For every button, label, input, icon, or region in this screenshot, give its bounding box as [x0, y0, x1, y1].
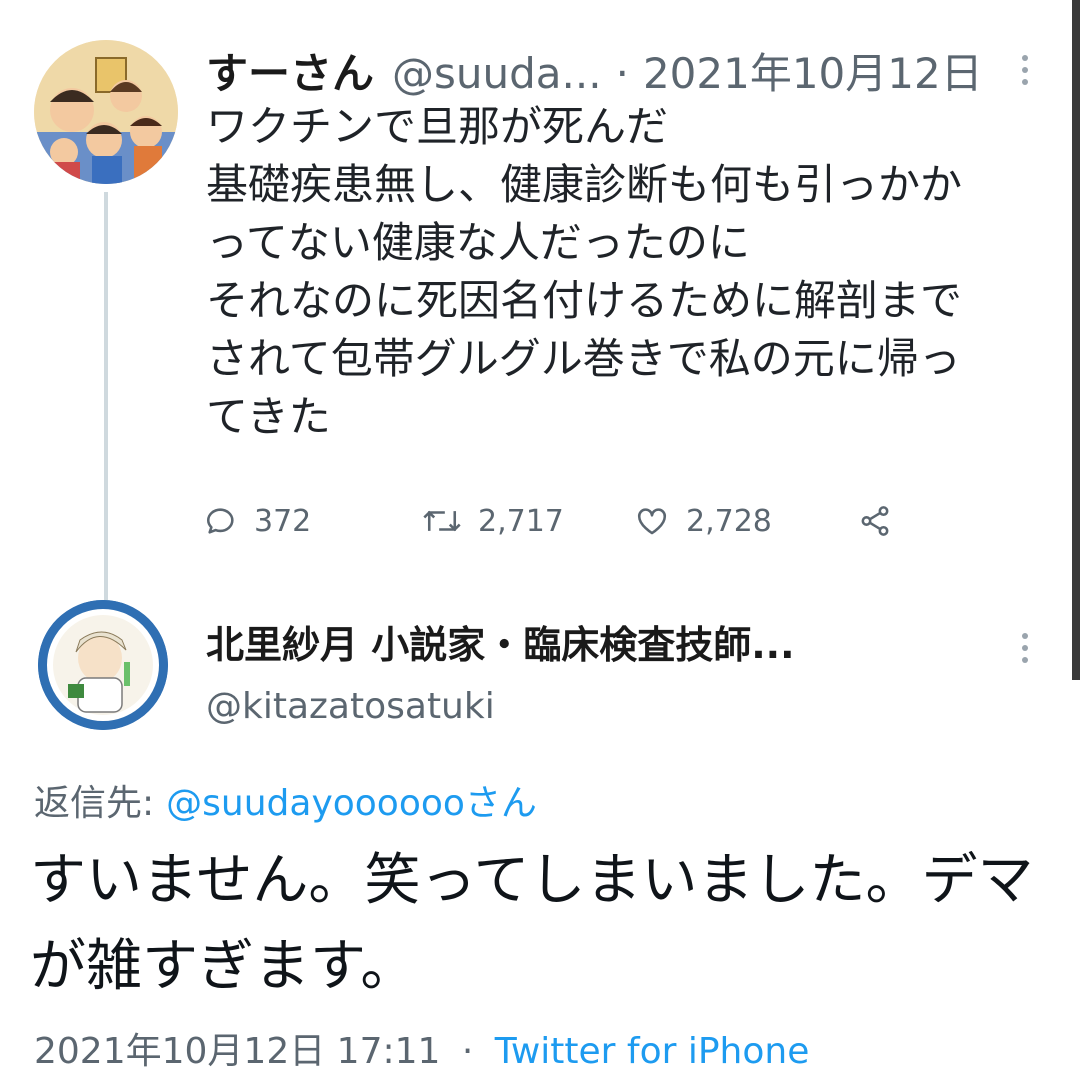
reply-author-handle[interactable]: @kitazatosatuki	[206, 686, 495, 727]
reply-icon	[206, 508, 234, 534]
tweet-text-line: 基礎疾患無し、健康診断も何も引っかか	[206, 160, 963, 209]
screenshot-page: すーさん @suuda... · 2021年10月12日 ワクチンで旦那が死んだ…	[0, 0, 1080, 1074]
original-author-avatar[interactable]	[34, 40, 178, 184]
avatar-illustration	[38, 600, 168, 730]
replying-to-line: 返信先: @suudayooooooさん	[34, 774, 537, 826]
tweet-text-line: ってない健康な人だったのに	[206, 218, 750, 267]
reply-author-name[interactable]: 北里紗月 小説家・臨床検査技師...	[206, 614, 795, 669]
retweet-button[interactable]: 2,717	[422, 494, 564, 548]
retweet-icon	[423, 510, 461, 532]
header-separator: ·	[615, 49, 629, 98]
original-author-handle[interactable]: @suuda...	[392, 49, 602, 98]
reply-tweet-text: すいません。笑ってしまいました。デマが雑すぎます。	[30, 848, 1034, 999]
like-count: 2,728	[686, 503, 772, 539]
tweet-text-line: それなのに死因名付けるために解剖まで	[206, 276, 963, 325]
heart-icon	[637, 508, 667, 535]
more-options-icon[interactable]	[1018, 50, 1032, 90]
more-options-icon[interactable]	[1018, 628, 1032, 668]
avatar-illustration	[34, 40, 178, 184]
retweet-count: 2,717	[478, 503, 564, 539]
mention-handle: @suudayoooooo	[166, 783, 465, 824]
original-author-name[interactable]: すーさん	[206, 40, 374, 101]
tweet-text-line: てきた	[206, 392, 331, 441]
original-tweet-date[interactable]: 2021年10月12日	[643, 40, 983, 101]
thread-line	[104, 192, 108, 600]
reply-timestamp[interactable]: 2021年10月12日 17:11	[34, 1031, 440, 1072]
original-tweet-text: ワクチンで旦那が死んだ 基礎疾患無し、健康診断も何も引っかか ってない健康な人だ…	[206, 98, 1056, 446]
reply-tweet-meta: 2021年10月12日 17:11 · Twitter for iPhone	[34, 1022, 809, 1074]
meta-separator: ·	[461, 1031, 474, 1072]
mention-suffix: さん	[464, 783, 537, 824]
reply-source-link[interactable]: Twitter for iPhone	[495, 1031, 810, 1072]
replying-to-mention-link[interactable]: @suudayooooooさん	[166, 783, 537, 824]
share-icon	[861, 506, 889, 536]
reply-author-avatar[interactable]	[38, 600, 168, 730]
tweet-text-line: されて包帯グルグル巻きで私の元に帰っ	[206, 334, 961, 383]
share-button[interactable]	[858, 494, 908, 548]
original-tweet-header: すーさん @suuda... · 2021年10月12日	[206, 40, 983, 98]
like-button[interactable]: 2,728	[634, 494, 772, 548]
reply-count: 372	[254, 503, 312, 539]
reply-button[interactable]: 372	[204, 494, 311, 548]
tweet-text-line: ワクチンで旦那が死んだ	[206, 102, 669, 151]
edge-strip	[1072, 0, 1080, 680]
replying-to-label: 返信先:	[34, 783, 155, 824]
tweet-action-bar: 372 2,717 2,728	[204, 494, 924, 548]
